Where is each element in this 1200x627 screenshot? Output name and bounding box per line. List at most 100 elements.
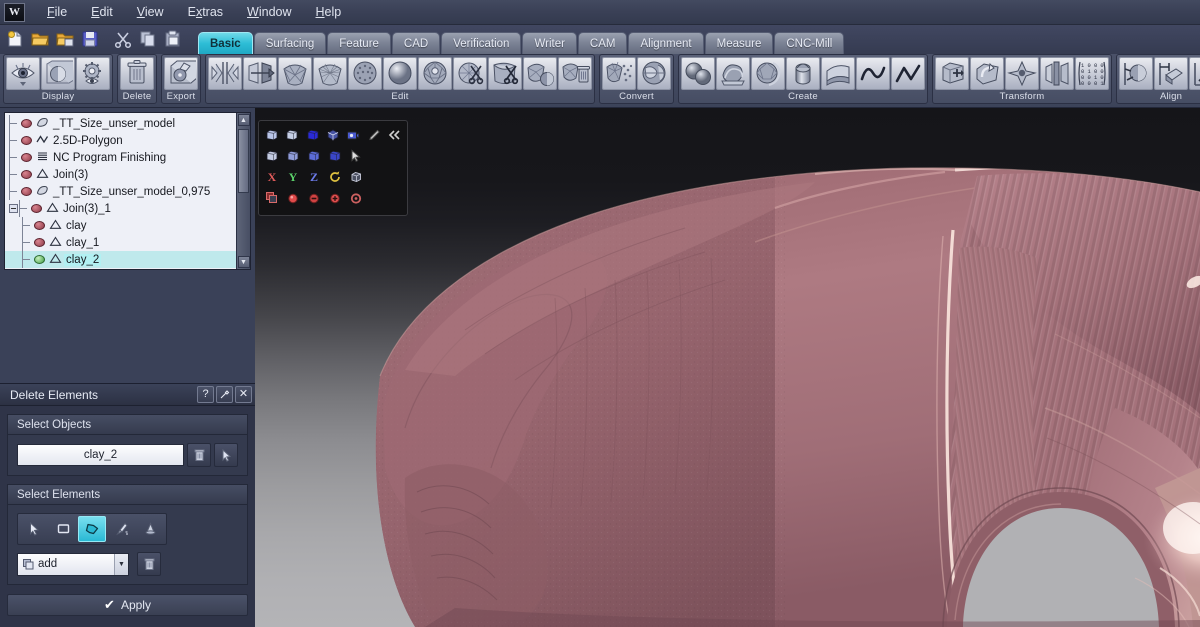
menu-item-extras[interactable]: Extras	[176, 2, 235, 22]
shade-solid-icon[interactable]	[304, 126, 321, 144]
plus-red-icon[interactable]	[326, 189, 344, 207]
split-mesh-icon[interactable]	[523, 57, 557, 90]
tab-cad[interactable]: CAD	[391, 32, 441, 54]
visibility-toggle-icon[interactable]	[21, 136, 32, 145]
extrude-surface-icon[interactable]	[821, 57, 855, 90]
export-disc-icon[interactable]	[164, 57, 198, 90]
save-as-icon[interactable]	[54, 28, 76, 50]
move-box-icon[interactable]	[935, 57, 969, 90]
copy-icon[interactable]	[137, 28, 159, 50]
tab-cnc-mill[interactable]: CNC-Mill	[774, 32, 845, 54]
align-object-icon[interactable]	[1119, 57, 1153, 90]
shade-wireframe-icon[interactable]	[263, 126, 280, 144]
point-red-icon[interactable]	[284, 189, 302, 207]
new-document-icon[interactable]	[4, 28, 26, 50]
minus-red-icon[interactable]	[305, 189, 323, 207]
apply-button[interactable]: ✔ Apply	[7, 594, 248, 616]
circle-red-icon[interactable]	[347, 189, 365, 207]
spline-curve-icon[interactable]	[856, 57, 890, 90]
mirror-box-icon[interactable]	[1040, 57, 1074, 90]
camera-view-icon[interactable]	[345, 126, 362, 144]
scale-box-icon[interactable]	[1005, 57, 1039, 90]
mirror-flip-icon[interactable]	[243, 57, 277, 90]
cone-volume-select-icon[interactable]	[136, 516, 164, 542]
visibility-toggle-icon[interactable]	[21, 119, 32, 128]
gear-eye-settings-icon[interactable]	[76, 57, 110, 90]
cut-scissors-icon[interactable]	[112, 28, 134, 50]
cylinder-primitive-icon[interactable]	[786, 57, 820, 90]
visibility-toggle-icon[interactable]	[31, 204, 42, 213]
shaded-sphere-box-icon[interactable]	[41, 57, 75, 90]
open-folder-icon[interactable]	[29, 28, 51, 50]
pencil-edit-icon[interactable]	[365, 126, 382, 144]
polyline-curve-icon[interactable]	[891, 57, 925, 90]
axis-x-icon[interactable]: X	[263, 168, 281, 186]
matrix-transform-icon[interactable]: 1 0 0 00 1 0 00 0 1 00 0 0 1	[1075, 57, 1109, 90]
tree-scrollbar[interactable]: ▲ ▼	[236, 113, 250, 269]
tab-alignment[interactable]: Alignment	[628, 32, 704, 54]
delete-mesh-icon[interactable]	[558, 57, 592, 90]
arrow-cursor-icon[interactable]	[347, 147, 365, 165]
visibility-toggle-icon[interactable]	[21, 187, 32, 196]
tab-writer[interactable]: Writer	[522, 32, 577, 54]
scroll-thumb[interactable]	[238, 129, 249, 193]
tab-measure[interactable]: Measure	[704, 32, 774, 54]
shade-flat-icon[interactable]	[283, 126, 300, 144]
menu-item-help[interactable]: Help	[304, 2, 354, 22]
tab-cam[interactable]: CAM	[577, 32, 628, 54]
cut-mesh-scissors-icon[interactable]	[453, 57, 487, 90]
trash-delete-icon[interactable]	[120, 57, 154, 90]
trim-scissors-icon[interactable]	[488, 57, 522, 90]
mesh-dots-sphere-icon[interactable]	[348, 57, 382, 90]
mesh-refine-icon[interactable]	[313, 57, 347, 90]
blend-blobs-icon[interactable]	[681, 57, 715, 90]
tree-item[interactable]: 2.5D-Polygon	[5, 132, 236, 149]
model-tree[interactable]: _TT_Size_unser_model 2.5D-Polygon NC Progr…	[4, 112, 251, 270]
3d-viewport[interactable]: XYZ	[255, 108, 1200, 627]
box-view-4-icon[interactable]	[326, 147, 344, 165]
box-view-3-icon[interactable]	[305, 147, 323, 165]
transparent-view-icon[interactable]	[324, 126, 341, 144]
app-logo-icon[interactable]: W	[4, 2, 25, 22]
polygon-sphere-icon[interactable]	[418, 57, 452, 90]
best-fit-align-icon[interactable]	[1189, 57, 1200, 90]
box-view-1-icon[interactable]	[263, 147, 281, 165]
tab-verification[interactable]: Verification	[441, 32, 522, 54]
eye-display-icon[interactable]	[6, 57, 40, 90]
wrap-mesh-icon[interactable]	[751, 57, 785, 90]
menu-item-view[interactable]: View	[125, 2, 176, 22]
align-plane-icon[interactable]	[1154, 57, 1188, 90]
tree-item[interactable]: clay	[5, 217, 236, 234]
visibility-toggle-icon[interactable]	[34, 221, 45, 230]
wrench-settings-icon[interactable]	[216, 386, 233, 403]
tab-feature[interactable]: Feature	[327, 32, 391, 54]
axis-z-icon[interactable]: Z	[305, 168, 323, 186]
rotate-box-icon[interactable]	[970, 57, 1004, 90]
tree-item[interactable]: clay_1	[5, 234, 236, 251]
menu-item-file[interactable]: File	[35, 2, 79, 22]
visibility-toggle-icon[interactable]	[34, 238, 45, 247]
tree-expander-toggle[interactable]	[9, 204, 18, 213]
collapse-chevrons-icon[interactable]	[386, 126, 403, 144]
smooth-sphere-icon[interactable]	[383, 57, 417, 90]
convert-globe-icon[interactable]	[637, 57, 671, 90]
save-floppy-icon[interactable]	[79, 28, 101, 50]
box-view-2-icon[interactable]	[284, 147, 302, 165]
iso-view-icon[interactable]	[347, 168, 365, 186]
paste-icon[interactable]	[162, 28, 184, 50]
trash-delete-selection-icon[interactable]	[137, 552, 161, 576]
chevron-down-icon[interactable]: ▼	[114, 553, 128, 575]
pick-cursor-icon[interactable]	[214, 443, 238, 467]
tree-item[interactable]: Join(3)_1	[5, 200, 236, 217]
scroll-down-arrow[interactable]: ▼	[237, 256, 250, 268]
lasso-select-icon[interactable]	[78, 516, 106, 542]
tree-item[interactable]: NC Program Finishing	[5, 149, 236, 166]
selection-mode-combo[interactable]: add ▼	[17, 552, 129, 576]
axis-y-icon[interactable]: Y	[284, 168, 302, 186]
tab-basic[interactable]: Basic	[198, 32, 253, 54]
tree-item[interactable]: _TT_Size_unser_model	[5, 115, 236, 132]
visibility-toggle-icon[interactable]	[21, 170, 32, 179]
tree-item[interactable]: clay_2	[5, 251, 236, 268]
mesh-to-points-icon[interactable]	[602, 57, 636, 90]
selected-object-field[interactable]: clay_2	[17, 444, 184, 466]
